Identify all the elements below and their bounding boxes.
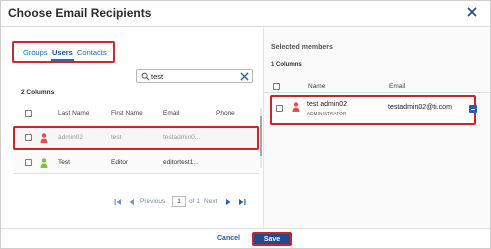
page-total-label: of 1 xyxy=(189,198,200,205)
pagination: Previous of 1 Next xyxy=(114,196,254,208)
scrollbar-thumb[interactable] xyxy=(260,116,262,156)
page-number-input[interactable] xyxy=(172,196,186,207)
column-count-label: 2 Columns xyxy=(21,89,55,96)
tab-groups[interactable]: Groups xyxy=(23,48,48,57)
search-icon xyxy=(141,72,150,81)
column-header-email[interactable]: Email xyxy=(389,83,405,90)
column-header-last-name[interactable]: Last Name xyxy=(58,110,89,117)
search-box xyxy=(136,69,253,83)
last-page-icon[interactable] xyxy=(238,198,246,206)
column-header-name[interactable]: Name xyxy=(308,83,325,90)
selected-members-title: Selected members xyxy=(271,44,333,51)
person-icon xyxy=(40,133,48,143)
select-all-checkbox[interactable] xyxy=(25,110,32,117)
member-email: testadmin02@ti.com xyxy=(388,104,452,111)
previous-page-icon[interactable] xyxy=(128,198,136,206)
cell-first-name: Editor xyxy=(111,159,128,166)
previous-label[interactable]: Previous xyxy=(140,198,165,205)
table-row[interactable]: Test Editor editortest1... xyxy=(13,152,259,174)
cancel-button[interactable]: Cancel xyxy=(217,235,240,242)
column-header-email[interactable]: Email xyxy=(163,110,179,117)
cell-first-name: test xyxy=(111,134,122,141)
person-icon xyxy=(292,102,300,112)
active-tab-indicator xyxy=(51,59,74,61)
next-page-icon[interactable] xyxy=(224,198,232,206)
search-input[interactable] xyxy=(151,70,231,82)
next-label[interactable]: Next xyxy=(204,198,217,205)
member-role: ADMINISTRATOR xyxy=(307,111,347,116)
member-name: test admin02 xyxy=(307,101,348,108)
column-header-first-name[interactable]: First Name xyxy=(111,110,143,117)
first-page-icon[interactable] xyxy=(114,198,122,206)
dialog-title: Choose Email Recipients xyxy=(8,6,152,20)
selected-table-header: Name Email xyxy=(264,79,491,93)
clear-search-icon[interactable] xyxy=(240,72,249,81)
column-header-phone[interactable]: Phone xyxy=(216,110,235,117)
available-users-pane: Groups Users Contacts 2 Columns Last Nam… xyxy=(1,28,263,228)
tab-bar: Groups Users Contacts xyxy=(12,41,115,63)
table-header: Last Name First Name Email Phone xyxy=(13,106,259,120)
row-checkbox[interactable] xyxy=(276,105,283,112)
remove-member-icon[interactable] xyxy=(469,105,477,113)
selected-members-pane: Selected members 1 Columns Name Email te… xyxy=(263,28,491,228)
cell-last-name: Test xyxy=(58,159,70,166)
selected-column-count-label: 1 Columns xyxy=(271,62,302,68)
person-icon xyxy=(40,158,48,168)
dialog-header: Choose Email Recipients xyxy=(1,1,490,27)
cell-email: testadmin0... xyxy=(163,134,201,141)
row-checkbox[interactable] xyxy=(25,159,32,166)
tab-contacts[interactable]: Contacts xyxy=(77,48,107,57)
cell-last-name: admin02 xyxy=(58,134,83,141)
close-icon[interactable] xyxy=(466,6,478,18)
selected-member-row[interactable]: test admin02 ADMINISTRATOR testadmin02@t… xyxy=(270,95,477,125)
dialog-footer: Cancel Save xyxy=(1,228,490,248)
select-all-selected-checkbox[interactable] xyxy=(273,83,280,90)
choose-email-recipients-dialog: Choose Email Recipients Groups Users Con… xyxy=(0,0,491,249)
tab-users[interactable]: Users xyxy=(52,48,73,57)
table-row[interactable]: admin02 test testadmin0... xyxy=(13,126,259,150)
row-checkbox[interactable] xyxy=(25,134,32,141)
cell-email: editortest1... xyxy=(163,159,199,166)
save-button[interactable]: Save xyxy=(252,232,292,246)
